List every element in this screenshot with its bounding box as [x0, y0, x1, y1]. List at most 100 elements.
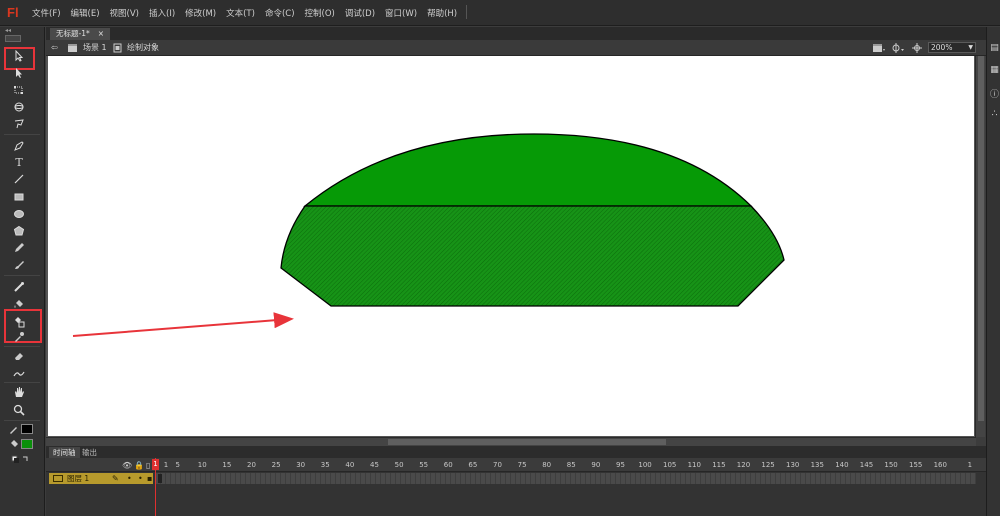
zoom-select[interactable]: 200% ▼ [928, 42, 976, 53]
tools-divider [4, 134, 40, 135]
ruler-frame-label: 40 [345, 461, 355, 469]
green-shape-top-region[interactable] [303, 133, 753, 207]
menu-commands[interactable]: 命令(C) [260, 7, 300, 19]
menu-separator [466, 5, 468, 19]
outline-icon[interactable]: ▯ [146, 461, 150, 470]
info-icon[interactable]: ⓘ [989, 87, 1000, 100]
menu-modify[interactable]: 修改(M) [180, 7, 221, 19]
ruler-frame-label: 145 [859, 461, 874, 469]
polystar-tool-icon[interactable] [10, 224, 28, 238]
panel-grip[interactable]: ◂◂ [5, 28, 39, 34]
layer-outline-square[interactable]: ▪ [147, 473, 152, 484]
ruler-frame-label: 50 [394, 461, 404, 469]
ruler-frame-label: 110 [687, 461, 701, 469]
subselection-tool-icon[interactable] [10, 66, 28, 80]
layer-icon [53, 475, 63, 482]
vertical-scrollbar[interactable] [975, 56, 985, 437]
ruler-frame-label: 1 [163, 461, 169, 469]
menu-view[interactable]: 视图(V) [105, 7, 144, 19]
rectangle-tool-icon[interactable] [10, 190, 28, 204]
ruler-frame-label: 130 [785, 461, 800, 469]
zoom-tool-icon[interactable] [10, 403, 28, 417]
ruler-frame-label: 1 [967, 461, 973, 469]
document-tab-bar: 无标题-1* × [46, 27, 986, 40]
stroke-color-swatch[interactable] [21, 424, 33, 434]
oval-tool-icon[interactable] [10, 207, 28, 221]
ruler-frame-label: 105 [662, 461, 677, 469]
document-tab-title: 无标题-1* [56, 29, 90, 38]
ruler-frame-label: 85 [566, 461, 576, 469]
edit-scene-icon[interactable] [872, 43, 885, 53]
menu-debug[interactable]: 调试(D) [340, 7, 380, 19]
menu-insert[interactable]: 插入(I) [144, 7, 180, 19]
document-tab[interactable]: 无标题-1* × [50, 28, 111, 40]
fill-color-control[interactable] [9, 439, 37, 451]
line-tool-icon[interactable] [10, 172, 28, 186]
motion-presets-icon[interactable]: ∴ [989, 109, 1000, 120]
stroke-color-control[interactable] [9, 424, 37, 436]
ruler-frame-label: 65 [468, 461, 478, 469]
ruler-frame-label: 115 [712, 461, 726, 469]
ruler-frame-label: 55 [419, 461, 429, 469]
horizontal-scrollbar-thumb[interactable] [388, 439, 666, 445]
color-panel-icon[interactable]: ▦ [989, 65, 1000, 76]
menu-file[interactable]: 文件(F) [27, 7, 66, 19]
brush-tool-icon[interactable] [10, 258, 28, 272]
pencil-tool-icon[interactable] [10, 241, 28, 255]
drawing-object-icon [113, 43, 122, 53]
timeline-ruler[interactable]: 1 5 10 15 20 25 30 35 40 45 50 55 60 65 70 75 80 85 90 95 10… [156, 458, 986, 472]
text-tool-icon[interactable]: T [10, 155, 28, 169]
keyframe[interactable] [158, 474, 162, 483]
layer-name[interactable]: 图层 1 [67, 473, 89, 484]
menu-control[interactable]: 控制(O) [300, 7, 340, 19]
tab-output[interactable]: 输出 [78, 447, 101, 458]
fill-color-swatch[interactable] [21, 439, 33, 449]
green-shape-bottom-region-selected[interactable] [280, 205, 785, 307]
ruler-frame-label: 15 [222, 461, 232, 469]
ruler-frame-label: 20 [247, 461, 256, 469]
red-annotation-arrow [72, 312, 294, 337]
swap-colors-icon[interactable] [11, 455, 33, 463]
show-hide-eye-icon[interactable]: 👁 [122, 461, 132, 470]
3d-rotation-tool-icon[interactable] [10, 100, 28, 114]
right-panel-strip: ▤ ▦ ⓘ ∴ [986, 27, 1000, 516]
eraser-tool-icon[interactable] [10, 349, 28, 363]
lasso-tool-icon[interactable] [10, 117, 28, 131]
current-frame-indicator[interactable]: 1 [152, 459, 159, 470]
back-arrow-icon[interactable]: ⇦ [51, 42, 58, 54]
chevron-down-icon: ▼ [968, 44, 973, 51]
ruler-frame-label: 135 [810, 461, 824, 469]
bone-tool-icon[interactable] [10, 280, 28, 294]
width-tool-icon[interactable] [10, 367, 28, 381]
center-stage-icon[interactable] [912, 43, 922, 53]
ruler-frame-label: 80 [542, 461, 552, 469]
library-icon[interactable]: ▤ [989, 43, 1000, 54]
pen-tool-icon[interactable] [10, 139, 28, 153]
menu-text[interactable]: 文本(T) [221, 7, 260, 19]
layer-row[interactable]: 图层 1 ✎ • • ▪ [49, 473, 153, 484]
menu-help[interactable]: 帮助(H) [422, 7, 462, 19]
scene-label[interactable]: 场景 1 [83, 42, 107, 54]
hand-tool-icon[interactable] [10, 385, 28, 399]
eyedropper-tool-icon[interactable] [10, 330, 28, 344]
lock-icon[interactable]: 🔒 [134, 461, 144, 470]
close-icon[interactable]: × [98, 28, 104, 40]
ruler-frame-label: 140 [835, 461, 849, 469]
zoom-value: 200% [931, 43, 953, 52]
edit-symbols-icon[interactable] [891, 43, 904, 53]
menu-window[interactable]: 窗口(W) [380, 7, 422, 19]
layer-visibility-dot[interactable]: • [127, 473, 132, 484]
panel-collapse-button[interactable] [5, 35, 21, 42]
frame-strip[interactable] [156, 473, 976, 484]
menu-edit[interactable]: 编辑(E) [66, 7, 105, 19]
active-layer-pencil-icon: ✎ [112, 474, 119, 483]
drawing-object-label[interactable]: 绘制对象 [127, 42, 159, 54]
free-transform-tool-icon[interactable] [10, 83, 28, 97]
stroke-pencil-icon [10, 427, 17, 434]
stage-canvas[interactable] [48, 56, 974, 436]
ruler-frame-label: 90 [591, 461, 601, 469]
horizontal-scrollbar[interactable] [46, 437, 976, 446]
vertical-scrollbar-thumb[interactable] [978, 56, 984, 421]
tab-timeline[interactable]: 时间轴 [49, 447, 80, 458]
layer-lock-dot[interactable]: • [138, 473, 143, 484]
